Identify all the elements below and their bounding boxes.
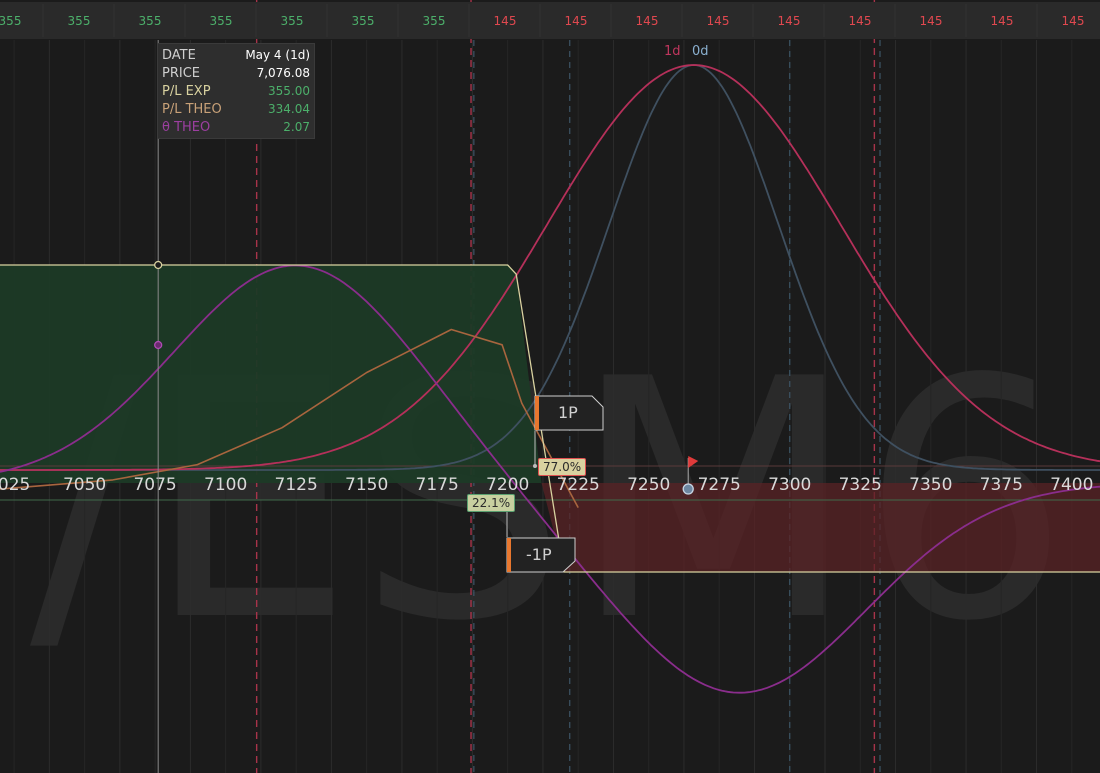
- top-bar-value: 355: [352, 14, 375, 28]
- axis-tick-label: 7200: [486, 475, 529, 495]
- top-bar-value: 145: [1062, 14, 1085, 28]
- axis-tick-label: 7350: [909, 475, 952, 495]
- top-bar-value: 145: [636, 14, 659, 28]
- axis-tick-label: 7175: [416, 475, 459, 495]
- top-bar-value: 145: [565, 14, 588, 28]
- curve-label-0d: 0d: [692, 44, 709, 59]
- top-bar-value: 355: [68, 14, 91, 28]
- info-key-date: DATE: [162, 48, 196, 63]
- order-box-long-put[interactable]: 1P: [534, 395, 604, 431]
- top-bar-value: 145: [494, 14, 517, 28]
- info-row-theta: θ THEO 2.07: [162, 120, 310, 138]
- axis-tick-label: 7225: [557, 475, 600, 495]
- hover-info-box: DATE May 4 (1d) PRICE 7,076.08 P/L EXP 3…: [157, 43, 315, 139]
- top-bar-value: 355: [210, 14, 233, 28]
- info-row-date: DATE May 4 (1d): [162, 48, 310, 66]
- top-bar-value: 355: [0, 14, 21, 28]
- top-bar-value: 145: [778, 14, 801, 28]
- info-row-pl-exp: P/L EXP 355.00: [162, 84, 310, 102]
- theta-point: [154, 340, 163, 350]
- info-value-theta: 2.07: [283, 120, 310, 134]
- info-key-pl-exp: P/L EXP: [162, 84, 211, 99]
- info-key-price: PRICE: [162, 66, 200, 81]
- info-key-pl-theo: P/L THEO: [162, 102, 222, 117]
- info-value-price: 7,076.08: [256, 66, 310, 80]
- current-price-marker: [682, 483, 694, 495]
- info-row-price: PRICE 7,076.08: [162, 66, 310, 84]
- probability-lower-badge: 22.1%: [467, 494, 516, 512]
- axis-tick-label: 7100: [204, 475, 247, 495]
- probability-upper-badge: 77.0%: [538, 458, 587, 476]
- axis-tick-label: 7300: [768, 475, 811, 495]
- axis-tick-label: 7275: [698, 475, 741, 495]
- axis-tick-label: 7075: [133, 475, 176, 495]
- info-value-pl-theo: 334.04: [268, 102, 310, 116]
- top-bar-value: 355: [281, 14, 304, 28]
- top-bar-value: 145: [920, 14, 943, 28]
- axis-tick-label: 7400: [1050, 475, 1093, 495]
- info-value-pl-exp: 355.00: [268, 84, 310, 98]
- top-bar-value: 145: [849, 14, 872, 28]
- curve-label-1d: 1d: [664, 44, 681, 59]
- axis-tick-label: 7150: [345, 475, 388, 495]
- info-value-date: May 4 (1d): [245, 48, 310, 62]
- top-bar-value: 355: [423, 14, 446, 28]
- axis-tick-label: 7250: [627, 475, 670, 495]
- order-box-short-put[interactable]: -1P: [506, 537, 576, 573]
- profit-zone: [0, 265, 542, 483]
- top-bar-value: 145: [991, 14, 1014, 28]
- top-bar-value: 145: [707, 14, 730, 28]
- info-key-theta: θ THEO: [162, 120, 211, 135]
- axis-tick-label: 7125: [275, 475, 318, 495]
- loss-zone: [541, 483, 1100, 573]
- top-bar-value: 355: [139, 14, 162, 28]
- order-label-short-put: -1P: [526, 545, 552, 564]
- axis-tick-label: 025: [0, 475, 30, 495]
- pl-exp-point: [154, 260, 163, 270]
- order-label-long-put: 1P: [558, 403, 578, 422]
- axis-tick-label: 7050: [63, 475, 106, 495]
- axis-tick-label: 7325: [839, 475, 882, 495]
- info-row-pl-theo: P/L THEO 334.04: [162, 102, 310, 120]
- axis-tick-label: 7375: [980, 475, 1023, 495]
- order-leader-dot: [533, 464, 537, 468]
